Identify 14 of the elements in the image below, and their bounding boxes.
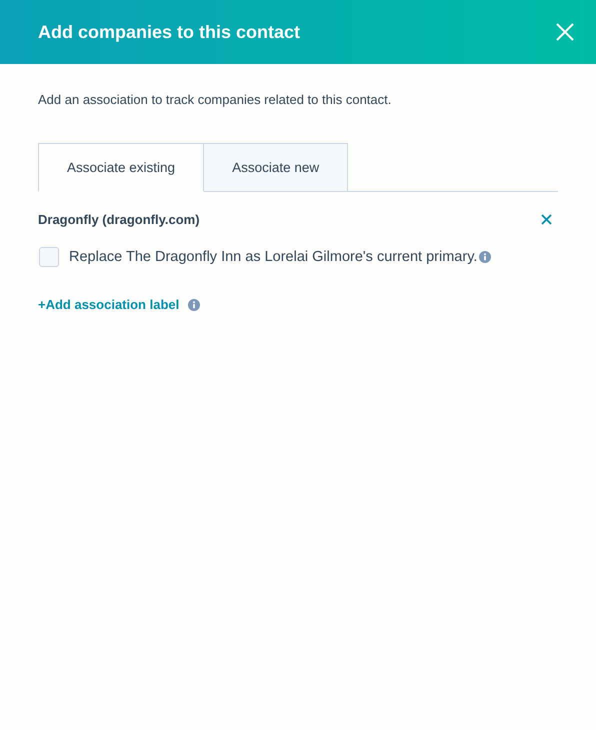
close-icon <box>541 214 552 225</box>
tab[interactable]: Associate new <box>204 143 348 192</box>
checkbox-label: Replace The Dragonfly Inn as Lorelai Gilmore's current primary. <box>69 249 478 265</box>
info-icon <box>479 251 492 263</box>
close-icon <box>556 23 574 41</box>
company-name: Dragonfly (dragonfly.com) <box>38 212 200 227</box>
checkbox[interactable] <box>39 247 59 267</box>
remove-button[interactable] <box>541 214 552 225</box>
description: Add an association to track companies related to this contact. <box>38 92 392 107</box>
tab[interactable]: Associate existing <box>38 143 204 192</box>
info-icon <box>188 298 200 310</box>
add-association-label-link[interactable]: +Add association label <box>38 297 180 312</box>
close-button[interactable] <box>554 21 576 43</box>
dialog-title: Add companies to this contact <box>38 22 300 42</box>
